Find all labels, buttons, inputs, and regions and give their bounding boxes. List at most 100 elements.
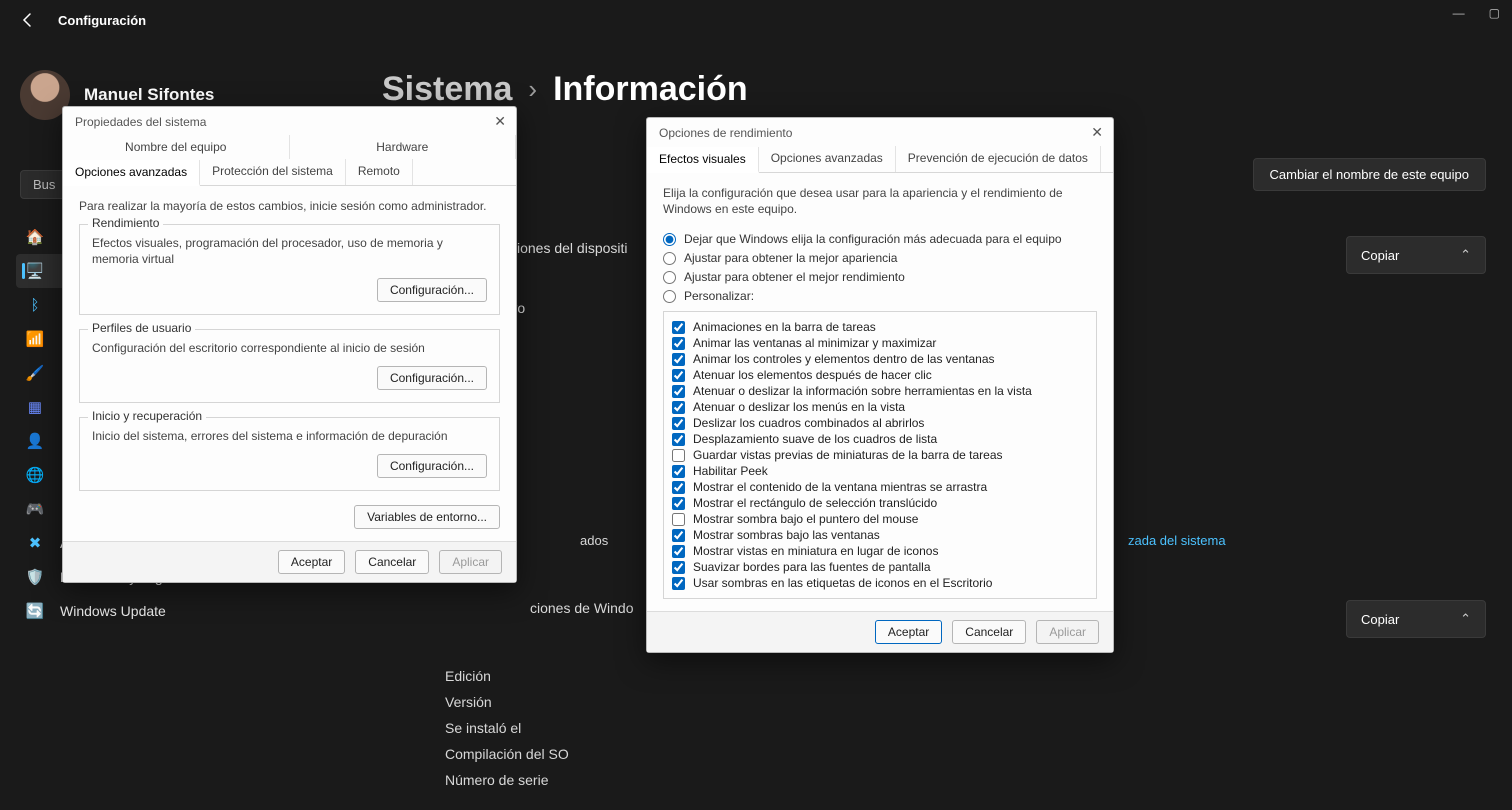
radio-option[interactable]: Ajustar para obtener la mejor apariencia — [663, 251, 1097, 265]
checkbox-input[interactable] — [672, 417, 685, 430]
sidebar-icon: 🎮 — [26, 500, 44, 518]
link-system-advanced[interactable]: zada del sistema — [1128, 533, 1226, 548]
radio-input[interactable] — [663, 233, 676, 246]
visual-effect-checkbox[interactable]: Guardar vistas previas de miniaturas de … — [672, 448, 1088, 462]
checkbox-input[interactable] — [672, 369, 685, 382]
tab[interactable]: Nombre del equipo — [63, 135, 290, 159]
sidebar-item-update[interactable]: 🔄 Windows Update — [16, 594, 276, 628]
dialog-performance-options: Opciones de rendimiento ✕ Efectos visual… — [646, 117, 1114, 653]
visual-effects-list[interactable]: Animaciones en la barra de tareas Animar … — [663, 311, 1097, 599]
sidebar-icon: ᛒ — [26, 296, 44, 314]
sidebar-icon: 🖥️ — [26, 262, 44, 280]
tab[interactable]: Prevención de ejecución de datos — [896, 146, 1101, 172]
visual-effect-checkbox[interactable]: Suavizar bordes para las fuentes de pant… — [672, 560, 1088, 574]
checkbox-input[interactable] — [672, 577, 685, 590]
visual-effect-checkbox[interactable]: Usar sombras en las etiquetas de iconos … — [672, 576, 1088, 590]
windows-spec-card-title: ciones de Windo — [530, 600, 634, 616]
radio-option[interactable]: Dejar que Windows elija la configuración… — [663, 232, 1097, 246]
visual-effect-checkbox[interactable]: Atenuar los elementos después de hacer c… — [672, 368, 1088, 382]
checkbox-label: Guardar vistas previas de miniaturas de … — [693, 448, 1003, 462]
rename-pc-button[interactable]: Cambiar el nombre de este equipo — [1253, 158, 1486, 191]
tab[interactable]: Opciones avanzadas — [63, 160, 200, 186]
visual-effect-checkbox[interactable]: Animaciones en la barra de tareas — [672, 320, 1088, 334]
visual-effect-checkbox[interactable]: Habilitar Peek — [672, 464, 1088, 478]
tab[interactable]: Hardware — [290, 135, 517, 159]
close-icon[interactable]: ✕ — [494, 113, 506, 130]
copy-label: Copiar — [1361, 248, 1399, 263]
ok-button[interactable]: Aceptar — [278, 550, 345, 574]
radio-label: Ajustar para obtener la mejor apariencia — [684, 251, 897, 265]
visual-effect-checkbox[interactable]: Desplazamiento suave de los cuadros de l… — [672, 432, 1088, 446]
visual-effect-checkbox[interactable]: Animar las ventanas al minimizar y maxim… — [672, 336, 1088, 350]
dialog-intro: Elija la configuración que desea usar pa… — [663, 185, 1097, 217]
radio-input[interactable] — [663, 290, 676, 303]
spec-row: Versión — [445, 694, 569, 710]
spec-row: Compilación del SO — [445, 746, 569, 762]
tab[interactable]: Efectos visuales — [647, 147, 759, 173]
breadcrumb-current: Información — [553, 70, 748, 109]
checkbox-input[interactable] — [672, 545, 685, 558]
tab[interactable]: Protección del sistema — [200, 159, 346, 185]
checkbox-label: Usar sombras en las etiquetas de iconos … — [693, 576, 992, 590]
maximize-icon[interactable]: ▢ — [1489, 6, 1500, 20]
checkbox-input[interactable] — [672, 353, 685, 366]
tab[interactable]: Remoto — [346, 159, 413, 185]
cancel-button[interactable]: Cancelar — [355, 550, 429, 574]
checkbox-input[interactable] — [672, 561, 685, 574]
checkbox-input[interactable] — [672, 529, 685, 542]
visual-effect-checkbox[interactable]: Mostrar el rectángulo de selección trans… — [672, 496, 1088, 510]
checkbox-input[interactable] — [672, 337, 685, 350]
env-vars-button[interactable]: Variables de entorno... — [354, 505, 500, 529]
checkbox-input[interactable] — [672, 465, 685, 478]
visual-effect-checkbox[interactable]: Mostrar sombras bajo las ventanas — [672, 528, 1088, 542]
group-title: Rendimiento — [88, 216, 163, 230]
visual-effect-checkbox[interactable]: Mostrar vistas en miniatura en lugar de … — [672, 544, 1088, 558]
startup-config-button[interactable]: Configuración... — [377, 454, 487, 478]
visual-effect-checkbox[interactable]: Deslizar los cuadros combinados al abrir… — [672, 416, 1088, 430]
radio-option[interactable]: Ajustar para obtener el mejor rendimient… — [663, 270, 1097, 284]
radio-option[interactable]: Personalizar: — [663, 289, 1097, 303]
checkbox-input[interactable] — [672, 513, 685, 526]
checkbox-input[interactable] — [672, 497, 685, 510]
checkbox-input[interactable] — [672, 481, 685, 494]
checkbox-label: Deslizar los cuadros combinados al abrir… — [693, 416, 924, 430]
checkbox-label: Suavizar bordes para las fuentes de pant… — [693, 560, 931, 574]
minimize-icon[interactable]: — — [1453, 6, 1465, 20]
search-input[interactable]: Bus — [20, 170, 66, 199]
checkbox-input[interactable] — [672, 321, 685, 334]
visual-effect-checkbox[interactable]: Atenuar o deslizar los menús en la vista — [672, 400, 1088, 414]
visual-effect-checkbox[interactable]: Animar los controles y elementos dentro … — [672, 352, 1088, 366]
tab[interactable]: Opciones avanzadas — [759, 146, 896, 172]
radio-input[interactable] — [663, 252, 676, 265]
sidebar-icon: 🔄 — [26, 602, 44, 620]
close-icon[interactable]: ✕ — [1091, 124, 1103, 141]
copy-windows-specs-button[interactable]: Copiar ⌃ — [1346, 600, 1486, 638]
sidebar-icon: 🖌️ — [26, 364, 44, 382]
perf-config-button[interactable]: Configuración... — [377, 278, 487, 302]
link-ados: ados — [580, 533, 608, 548]
copy-device-specs-button[interactable]: Copiar ⌃ — [1346, 236, 1486, 274]
checkbox-label: Mostrar vistas en miniatura en lugar de … — [693, 544, 938, 558]
apply-button[interactable]: Aplicar — [439, 550, 502, 574]
checkbox-label: Mostrar sombra bajo el puntero del mouse — [693, 512, 918, 526]
checkbox-input[interactable] — [672, 401, 685, 414]
dialog-title: Propiedades del sistema — [63, 107, 516, 135]
sidebar-icon: 🏠 — [26, 228, 44, 246]
visual-effect-checkbox[interactable]: Mostrar sombra bajo el puntero del mouse — [672, 512, 1088, 526]
apply-button[interactable]: Aplicar — [1036, 620, 1099, 644]
checkbox-input[interactable] — [672, 449, 685, 462]
dialog-system-properties: Propiedades del sistema ✕ Nombre del equ… — [62, 106, 517, 583]
radio-input[interactable] — [663, 271, 676, 284]
checkbox-input[interactable] — [672, 385, 685, 398]
app-title: Configuración — [58, 13, 146, 28]
visual-effect-checkbox[interactable]: Atenuar o deslizar la información sobre … — [672, 384, 1088, 398]
ok-button[interactable]: Aceptar — [875, 620, 942, 644]
sidebar-icon: 🌐 — [26, 466, 44, 484]
sidebar-label: Windows Update — [60, 603, 166, 619]
breadcrumb-parent[interactable]: Sistema — [382, 70, 512, 109]
visual-effect-checkbox[interactable]: Mostrar el contenido de la ventana mient… — [672, 480, 1088, 494]
profiles-config-button[interactable]: Configuración... — [377, 366, 487, 390]
back-icon[interactable] — [20, 12, 36, 28]
cancel-button[interactable]: Cancelar — [952, 620, 1026, 644]
checkbox-input[interactable] — [672, 433, 685, 446]
